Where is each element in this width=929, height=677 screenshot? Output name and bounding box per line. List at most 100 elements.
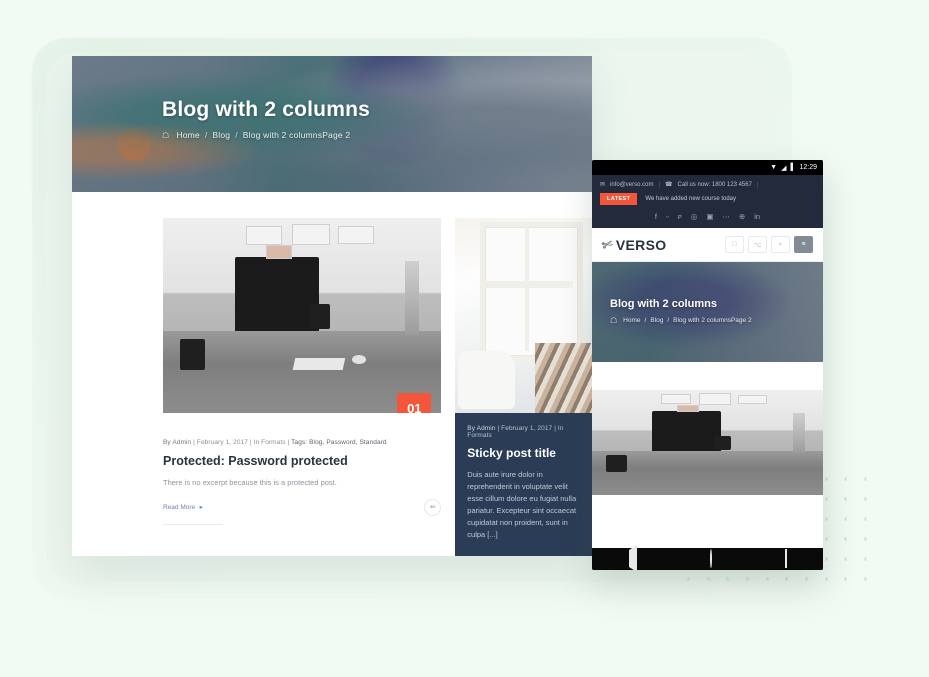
post-excerpt: There is no excerpt because this is a pr… — [163, 478, 337, 487]
android-home-button[interactable] — [709, 549, 712, 568]
post-footer: Read More ▸ ⇚ — [163, 489, 442, 525]
meta-separator: | — [193, 439, 195, 446]
post-meta: By Admin | February 1, 2017 | In Formats — [467, 425, 580, 439]
dribbble-icon[interactable]: ◎ — [691, 212, 698, 221]
post-meta: By Admin | February 1, 2017 | In Formats… — [163, 439, 441, 446]
page-title: Blog with 2 columns — [162, 98, 370, 121]
battery-icon: ▌ — [790, 164, 796, 171]
read-more-link[interactable]: Read More — [163, 504, 195, 511]
meta-separator: | — [554, 425, 556, 432]
breadcrumb-home[interactable]: Home — [623, 317, 640, 324]
dot — [844, 477, 848, 481]
lamp-decoration — [792, 413, 805, 453]
dot — [687, 577, 691, 581]
wifi-icon: ▼ — [770, 164, 778, 171]
post-date-badge: 01 FEB — [397, 393, 432, 413]
site-logo[interactable]: ✄ VERSO — [599, 235, 667, 253]
dot — [824, 497, 828, 501]
post-tags[interactable]: Tags: Blog, Password, Standard — [291, 439, 387, 446]
flickr-icon[interactable]: ⋯ — [722, 212, 730, 221]
dot — [844, 557, 848, 561]
logo-mark-icon: ✄ — [599, 235, 615, 253]
topbar-separator: | — [756, 181, 759, 188]
meta-separator: | — [249, 439, 252, 446]
email-icon: ✉ — [600, 182, 606, 188]
brand-name: VERSO — [615, 236, 667, 253]
android-status-bar: ▼ ◢ ▌ 12:29 — [592, 160, 823, 175]
post-card-sticky: By Admin | February 1, 2017 | In Formats… — [455, 218, 592, 556]
desktop-browser-mockup: Blog with 2 columns ☖ Home / Blog / Blog… — [72, 56, 592, 556]
latest-badge: LATEST — [600, 193, 638, 205]
dot — [765, 577, 769, 581]
breadcrumb-home[interactable]: Home — [176, 130, 199, 140]
signal-icon: ◢ — [781, 164, 787, 172]
speaker-decoration — [310, 303, 330, 330]
cart-button[interactable]: ⌥ — [748, 236, 767, 253]
dot — [844, 497, 848, 501]
phone-content-spacer — [592, 362, 823, 390]
breadcrumb: ☖ Home / Blog / Blog with 2 columnsPage … — [162, 130, 592, 140]
page-title: Blog with 2 columns — [610, 298, 717, 310]
post-excerpt: Duis aute irure dolor in reprehenderit i… — [467, 470, 577, 539]
post-title[interactable]: Sticky post title — [467, 446, 580, 460]
pinterest-icon[interactable]: ᴘ — [678, 212, 682, 221]
android-recents-button[interactable] — [784, 549, 787, 568]
dot — [863, 517, 868, 521]
globe-icon[interactable]: ⊕ — [739, 212, 745, 221]
linkedin-icon[interactable]: in — [754, 212, 760, 221]
meta-separator: | — [497, 425, 500, 432]
header-actions: □ ⌥ ⌕ ≡ — [725, 236, 813, 253]
dot — [863, 477, 868, 481]
dot — [844, 517, 848, 521]
desktop-hero-banner: Blog with 2 columns ☖ Home / Blog / Blog… — [72, 56, 592, 192]
dot — [863, 557, 868, 561]
breadcrumb-separator: / — [644, 317, 647, 324]
instagram-icon[interactable]: ▣ — [706, 212, 713, 221]
login-button[interactable]: □ — [725, 236, 744, 253]
twitter-icon[interactable]: ᵕ — [666, 212, 669, 221]
share-icon[interactable]: ⇚ — [424, 498, 442, 516]
dot — [745, 577, 750, 581]
phone-post-thumbnail[interactable] — [592, 390, 823, 495]
speaker-decoration — [605, 455, 627, 472]
dot — [785, 577, 789, 581]
post-date: February 1, 2017 — [196, 439, 248, 446]
pillow-decoration — [458, 350, 516, 410]
site-topbar: ✉ info@verso.com | ☎ Call us now: 1800 1… — [592, 175, 823, 228]
dot — [804, 577, 809, 581]
post-thumbnail-desk[interactable]: 01 FEB — [163, 218, 442, 413]
dot — [863, 577, 868, 581]
post-title[interactable]: Protected: Password protected — [163, 454, 441, 468]
dot — [824, 557, 828, 561]
latest-message: We have added new course today — [645, 196, 737, 202]
phone-number[interactable]: Call us now: 1800 123 4567 — [678, 182, 752, 188]
post-author: By Admin — [467, 425, 496, 432]
dot — [824, 577, 828, 581]
read-more-arrow-icon[interactable]: ▸ — [504, 555, 507, 556]
lamp-decoration — [405, 260, 420, 335]
phone-hero-banner: Blog with 2 columns ☖ Home / Blog / Blog… — [592, 262, 823, 362]
post-thumbnail-room[interactable] — [455, 218, 592, 413]
home-icon: ☖ — [610, 316, 618, 325]
wall-frames-decoration — [661, 393, 795, 413]
site-header: ✄ VERSO □ ⌥ ⌕ ≡ — [592, 228, 823, 262]
email-address[interactable]: info@verso.com — [610, 182, 653, 188]
dot — [844, 577, 848, 581]
dot — [824, 517, 828, 521]
dot — [824, 537, 828, 541]
speaker-decoration — [179, 338, 205, 371]
facebook-icon[interactable]: f — [655, 212, 657, 221]
phone-viewport: ✉ info@verso.com | ☎ Call us now: 1800 1… — [592, 175, 823, 548]
dot-row — [687, 577, 868, 581]
speaker-decoration — [714, 436, 731, 450]
android-back-button[interactable] — [628, 545, 637, 570]
breadcrumb-blog[interactable]: Blog — [650, 317, 663, 324]
breadcrumb-current: Blog with 2 columnsPage 2 — [673, 317, 752, 324]
window-bars-decoration — [479, 221, 573, 351]
topbar-separator: | — [658, 181, 661, 188]
menu-button[interactable]: ≡ — [794, 236, 813, 253]
search-button[interactable]: ⌕ — [771, 236, 790, 253]
read-more-arrow-icon[interactable]: ▸ — [200, 503, 203, 511]
post-format: In Formats — [253, 439, 286, 446]
breadcrumb-blog[interactable]: Blog — [212, 130, 230, 140]
